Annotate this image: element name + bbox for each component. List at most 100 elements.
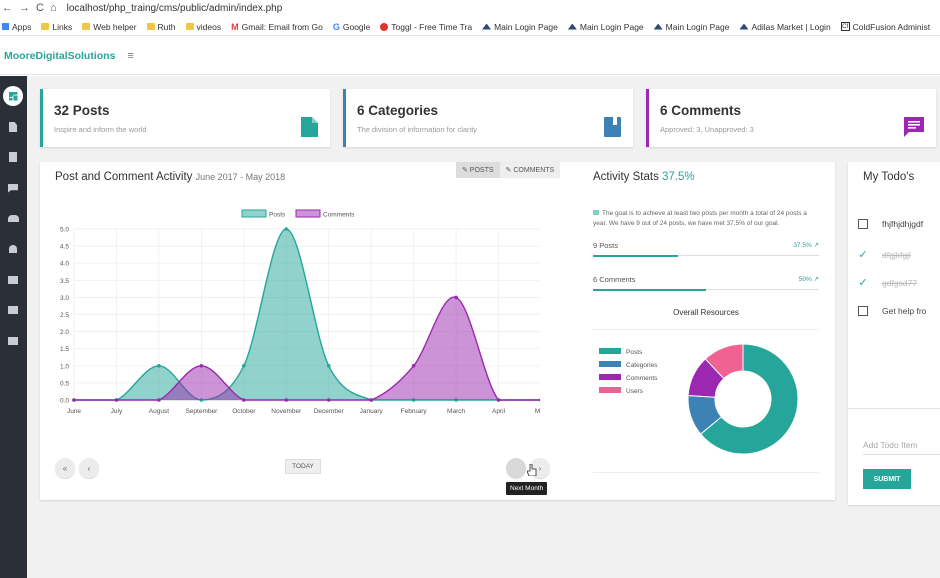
bookmark-google[interactable]: G Google <box>333 22 370 32</box>
bookmark-videos[interactable]: videos <box>185 21 222 32</box>
categories-stat-card[interactable]: 6 Categories The division of information… <box>343 89 633 147</box>
back-icon[interactable]: ← <box>2 2 13 14</box>
bookmark-toggl[interactable]: Toggl - Free Time Tra <box>380 22 472 32</box>
y-tick-label: 1.5 <box>60 346 69 353</box>
sidebar-item-posts[interactable] <box>3 117 23 137</box>
folder-icon <box>146 23 155 30</box>
gallery-icon <box>8 337 18 345</box>
gmail-icon: M <box>231 21 239 32</box>
bookmark-coldfusion[interactable]: Cf ColdFusion Administ <box>840 22 930 32</box>
sidebar-item-gallery[interactable] <box>3 331 23 351</box>
site-icon <box>482 23 492 30</box>
bookmark-web-helper[interactable]: Web helper <box>82 22 137 32</box>
checkbox-unchecked-icon[interactable] <box>858 219 868 229</box>
bookmark-links[interactable]: Links <box>41 22 72 32</box>
x-tick-label: April <box>492 408 506 415</box>
progress-track <box>593 289 819 291</box>
data-point <box>454 295 458 300</box>
x-tick-label: December <box>314 408 345 415</box>
bookmark-apps[interactable]: Apps <box>2 22 31 32</box>
app-header: MooreDigitalSolutions ≡ <box>0 37 940 75</box>
x-tick-label: May <box>535 408 540 415</box>
bookmark-label: Adilas Market | Login <box>751 21 831 32</box>
activity-tabs: ✎ POSTS ✎ COMMENTS <box>456 162 561 178</box>
bookmark-adilas[interactable]: Adilas Market | Login <box>739 21 831 32</box>
sidebar-item-dashboard[interactable] <box>3 86 23 106</box>
goal-text: The goal is to achieve at least two post… <box>593 209 819 229</box>
y-tick-label: 0.5 <box>60 380 69 387</box>
checkmark-icon[interactable]: ✓ <box>858 276 868 289</box>
y-tick-label: 5.0 <box>60 227 69 234</box>
browser-nav: ← → C ⌂ <box>2 2 57 14</box>
comment-icon <box>904 117 924 137</box>
y-tick-label: 0.0 <box>60 398 69 405</box>
y-tick-label: 3.5 <box>60 278 69 285</box>
dashboard-icon <box>8 91 18 101</box>
menu-icon[interactable]: ≡ <box>127 50 133 62</box>
sidebar <box>0 76 27 578</box>
card-title: 6 Categories <box>357 103 439 118</box>
legend-label: Posts <box>626 349 643 356</box>
tab-comments[interactable]: ✎ COMMENTS <box>499 162 561 178</box>
card-title: 32 Posts <box>54 103 110 118</box>
stats-percent: 37.5% <box>662 171 695 183</box>
data-point <box>114 398 119 402</box>
bookmark-label: Toggl - Free Time Tra <box>391 21 473 32</box>
checkmark-icon[interactable]: ✓ <box>858 248 868 261</box>
card-subtitle: Inspire and inform the world <box>54 125 147 134</box>
prev-month-button[interactable]: ‹ <box>79 458 99 478</box>
folder-icon <box>82 23 91 30</box>
legend-swatch <box>599 348 621 354</box>
today-button[interactable]: TODAY <box>285 459 321 474</box>
bookmark-main-login-1[interactable]: Main Login Page <box>482 22 558 32</box>
sidebar-item-users[interactable] <box>3 208 23 228</box>
todo-item[interactable]: ✓ gdfgsd77 <box>858 276 917 289</box>
brand-logo[interactable]: MooreDigitalSolutions <box>4 50 115 62</box>
comments-icon <box>8 183 18 193</box>
reload-icon[interactable]: C <box>36 2 44 14</box>
sidebar-item-user[interactable] <box>3 239 23 259</box>
submit-button[interactable]: SUBMIT <box>863 469 911 489</box>
data-point <box>242 398 246 402</box>
bookmark-label: Google <box>342 21 371 32</box>
bookmark-label: videos <box>196 21 222 32</box>
card-subtitle: Approved: 3, Unapproved: 3 <box>660 125 754 134</box>
todo-input[interactable]: Add Todo Item <box>863 440 940 455</box>
forward-icon[interactable]: → <box>19 2 30 14</box>
checkbox-unchecked-icon[interactable] <box>858 306 868 316</box>
bookmark-main-login-2[interactable]: Main Login Page <box>567 21 644 32</box>
main-content: 32 Posts Inspire and inform the world 6 … <box>27 76 940 578</box>
todo-item[interactable]: fhjfhjdhjgdf <box>858 219 923 229</box>
bookmark-label: Main Login Page <box>579 21 644 32</box>
bookmark-ruth[interactable]: Ruth <box>146 21 176 32</box>
categories-icon <box>8 276 18 284</box>
divider <box>593 329 819 330</box>
legend-label: Comments <box>626 375 658 382</box>
media-icon <box>8 306 18 314</box>
legend-swatch <box>295 209 321 218</box>
resources-chart: Posts Categories Comments Users <box>599 343 799 455</box>
progress-pct: 50% ↗ <box>798 276 819 283</box>
posts-stat-card[interactable]: 32 Posts Inspire and inform the world <box>40 89 330 147</box>
sidebar-item-comments[interactable] <box>3 178 23 198</box>
x-tick-label: March <box>447 408 465 415</box>
next-month-button[interactable] <box>506 458 526 478</box>
tab-posts[interactable]: ✎ POSTS <box>456 162 500 178</box>
bookmark-main-login-3[interactable]: Main Login Page <box>653 22 729 32</box>
comments-stat-card[interactable]: 6 Comments Approved: 3, Unapproved: 3 <box>646 89 936 147</box>
sidebar-item-pages[interactable] <box>3 147 23 167</box>
legend-label: Posts <box>269 212 286 219</box>
sidebar-item-categories[interactable] <box>3 270 23 290</box>
x-tick-label: February <box>401 408 428 415</box>
home-icon[interactable]: ⌂ <box>50 2 57 14</box>
progress-posts: 9 Posts 37.5% ↗ <box>593 241 819 257</box>
progress-label: 6 Comments <box>593 275 636 284</box>
prev-year-button[interactable]: « <box>55 458 75 478</box>
bookmark-gmail[interactable]: M Gmail: Email from Go <box>231 22 323 32</box>
sidebar-item-media[interactable] <box>3 300 23 320</box>
address-bar[interactable]: localhost/php_traing/cms/public/admin/in… <box>67 3 283 14</box>
bookmark-label: Ruth <box>157 21 176 32</box>
x-tick-label: June <box>67 408 81 415</box>
todo-item[interactable]: ✓ dfgjkfgjl <box>858 248 910 261</box>
todo-item[interactable]: Get help fro <box>858 306 926 316</box>
